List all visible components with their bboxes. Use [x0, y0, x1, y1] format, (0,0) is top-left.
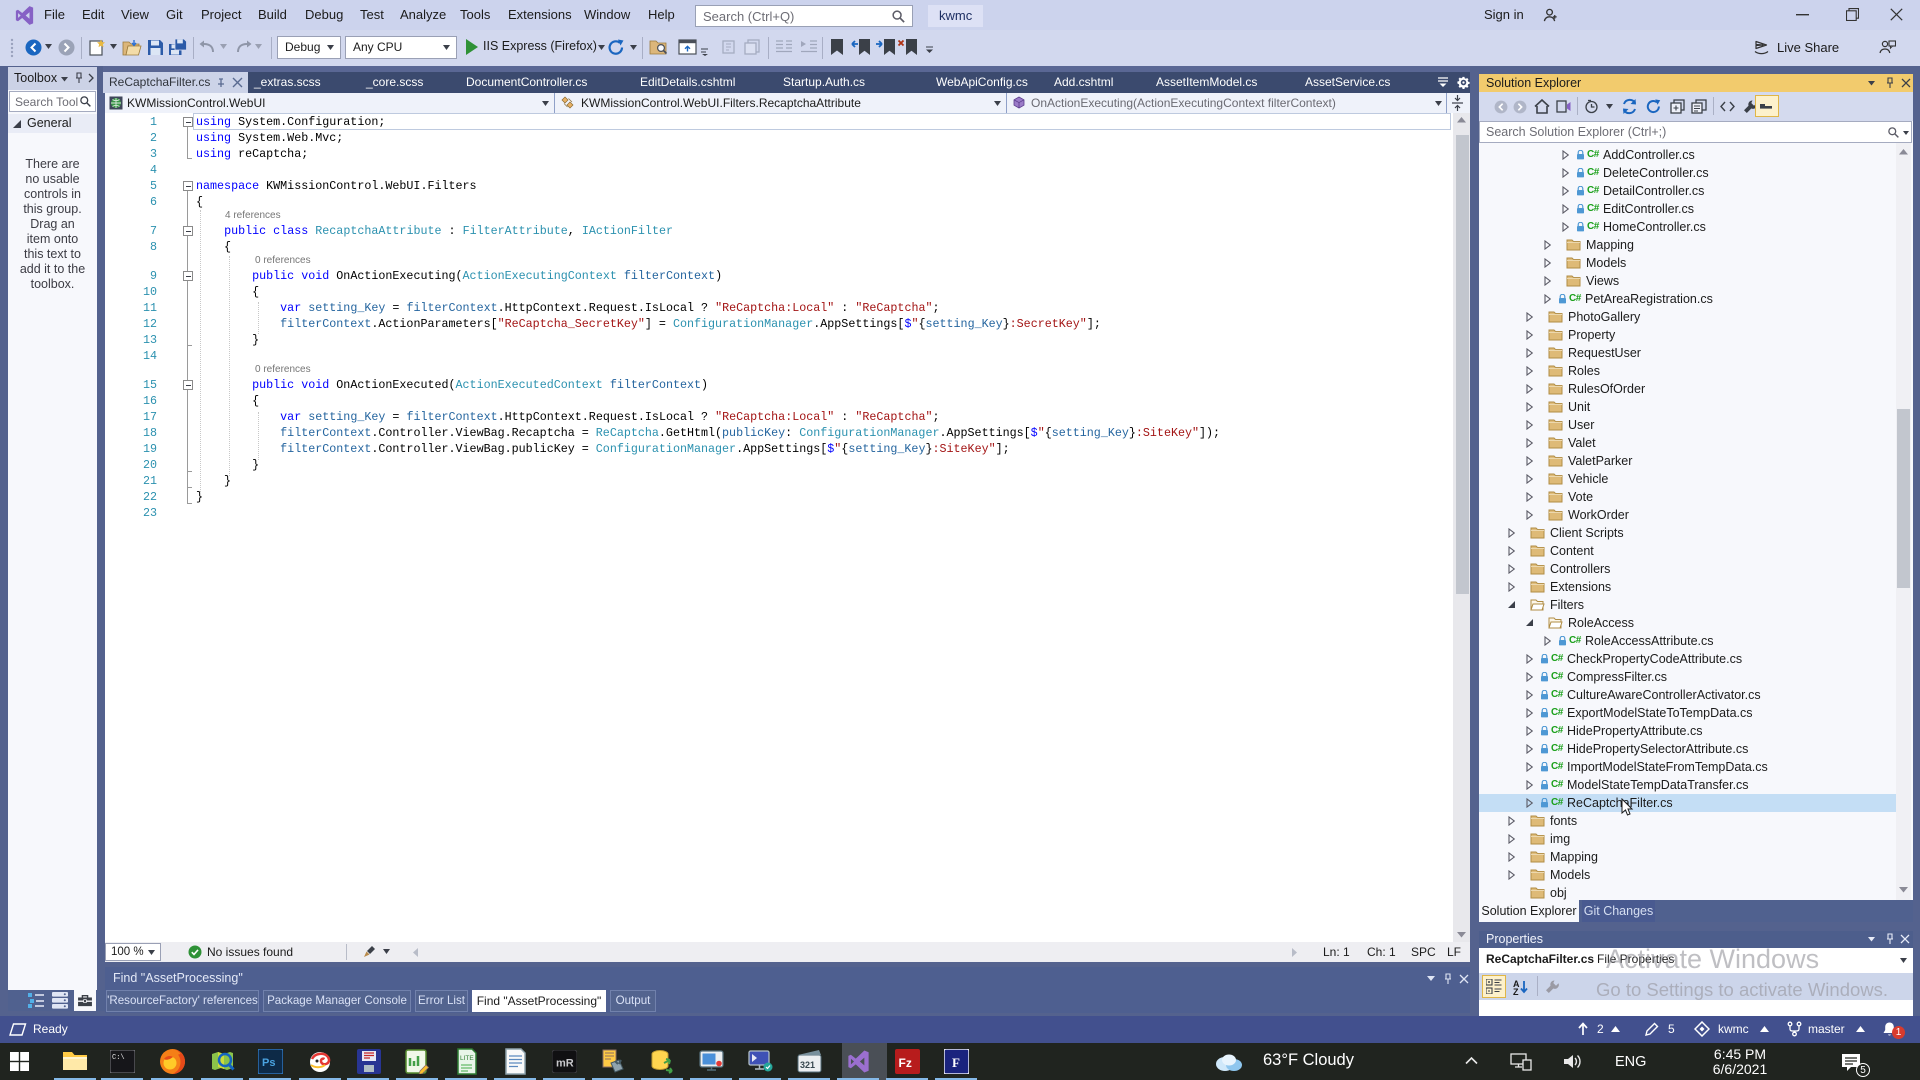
svg-text:C:\: C:\	[112, 1054, 125, 1062]
svg-text:Ps: Ps	[262, 1057, 275, 1069]
svg-text:mR: mR	[556, 1058, 574, 1070]
svg-text:Z: Z	[1513, 987, 1519, 995]
svg-text:LITE: LITE	[460, 1055, 474, 1062]
svg-text:Fz: Fz	[899, 1056, 912, 1070]
svg-text:F: F	[952, 1055, 960, 1070]
svg-text:321: 321	[800, 1060, 815, 1070]
